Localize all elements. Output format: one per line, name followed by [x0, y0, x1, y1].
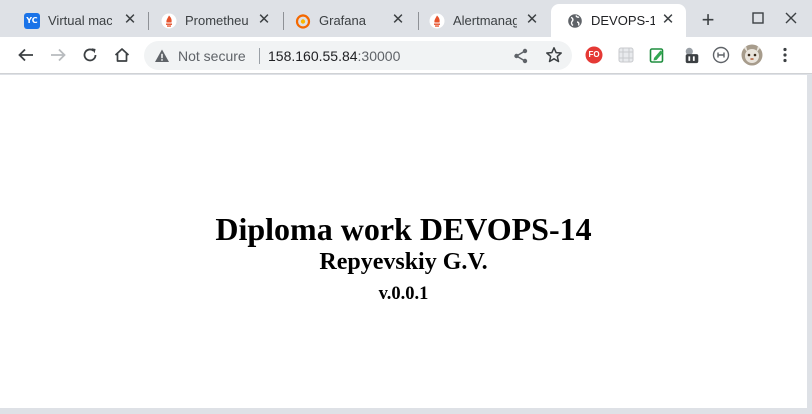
- reload-icon: [83, 48, 97, 62]
- yandex-cloud-icon: YC: [24, 12, 40, 29]
- alertmanager-icon: [429, 13, 445, 29]
- tab-strip: YC Virtual machines ✕ Prometheus ✕ Grafa…: [0, 0, 812, 37]
- window-frame-right: [807, 75, 812, 414]
- tab-title: Grafana: [319, 13, 366, 28]
- close-tab-icon[interactable]: ✕: [256, 12, 272, 28]
- share-icon[interactable]: [512, 47, 530, 65]
- tab-title: Alertmanager: [453, 13, 517, 28]
- tab-devops-14[interactable]: DEVOPS-14 ✕: [551, 4, 686, 37]
- window-frame-bottom: [0, 408, 812, 414]
- browser-toolbar: Not secure 158.160.55.84:30000 FO: [0, 37, 812, 74]
- tab-virtual-machines[interactable]: YC Virtual machines ✕: [8, 4, 148, 37]
- close-tab-icon[interactable]: ✕: [524, 12, 540, 28]
- media-extension-icon[interactable]: [683, 46, 701, 64]
- new-tab-button[interactable]: +: [697, 9, 719, 32]
- reload-button[interactable]: [78, 43, 102, 67]
- forward-button[interactable]: [46, 43, 70, 67]
- prometheus-icon: [161, 13, 177, 29]
- home-icon: [114, 48, 130, 62]
- bookmark-star-icon[interactable]: [545, 46, 563, 64]
- tab-grafana[interactable]: Grafana ✕: [279, 4, 416, 37]
- url-text[interactable]: 158.160.55.84:30000: [268, 48, 400, 64]
- grafana-icon: [295, 13, 311, 29]
- minimize-button[interactable]: [748, 8, 768, 28]
- fo-extension-icon[interactable]: FO: [585, 46, 603, 64]
- back-button[interactable]: [14, 43, 38, 67]
- address-divider: [259, 48, 260, 64]
- arrow-right-icon: [51, 48, 66, 62]
- address-bar[interactable]: Not secure 158.160.55.84:30000: [144, 41, 572, 70]
- url-port: :30000: [357, 48, 401, 64]
- warning-icon[interactable]: [154, 48, 170, 64]
- grid-extension-icon[interactable]: [617, 46, 635, 64]
- close-window-button[interactable]: [781, 8, 801, 28]
- version-label: v.0.0.1: [378, 284, 429, 304]
- menu-kebab-icon[interactable]: [776, 46, 794, 64]
- link-extension-icon[interactable]: [712, 46, 730, 64]
- edit-extension-icon[interactable]: [648, 46, 666, 64]
- security-status-text[interactable]: Not secure: [178, 48, 246, 64]
- close-tab-icon[interactable]: ✕: [390, 12, 406, 28]
- tab-title: Prometheus: [185, 13, 249, 28]
- tab-title: DEVOPS-14: [591, 13, 655, 28]
- page-heading: Diploma work DEVOPS-14: [215, 211, 592, 247]
- globe-icon: [567, 13, 583, 29]
- fo-badge-text: FO: [588, 50, 600, 59]
- close-tab-icon[interactable]: ✕: [122, 12, 138, 28]
- tab-alertmanager[interactable]: Alertmanager ✕: [413, 4, 550, 37]
- author-name: Repyevskiy G.V.: [319, 249, 488, 275]
- arrow-left-icon: [18, 48, 33, 62]
- tab-prometheus[interactable]: Prometheus ✕: [145, 4, 282, 37]
- home-button[interactable]: [110, 43, 134, 67]
- tab-title: Virtual machines: [48, 13, 112, 28]
- page-viewport: Diploma work DEVOPS-14 Repyevskiy G.V. v…: [0, 75, 807, 408]
- profile-avatar[interactable]: [741, 44, 763, 66]
- close-tab-icon[interactable]: ✕: [660, 12, 676, 28]
- url-host: 158.160.55.84: [268, 48, 358, 64]
